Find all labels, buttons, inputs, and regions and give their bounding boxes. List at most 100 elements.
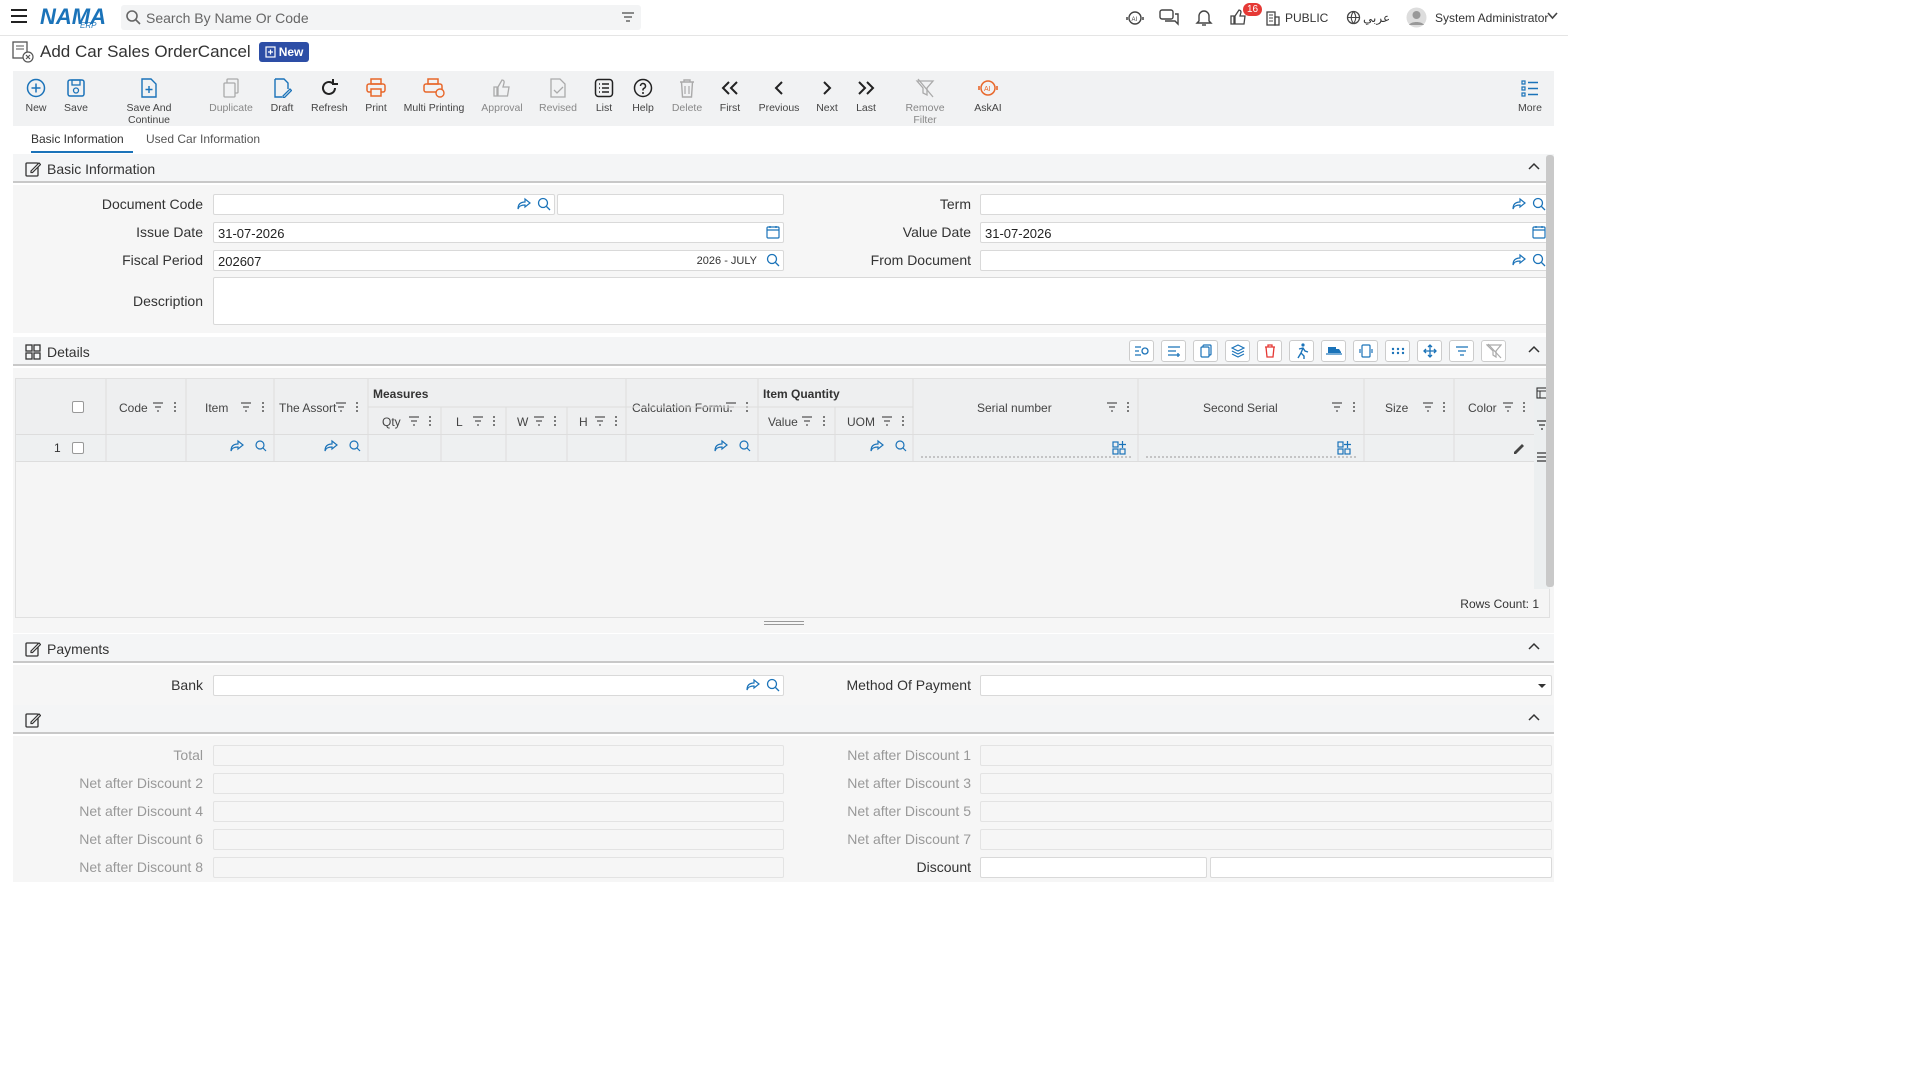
bell-icon[interactable]	[1195, 8, 1213, 27]
action-toolbar: New Save Save And Continue Duplicate Dra…	[13, 71, 1554, 126]
revised-button[interactable]: Revised	[538, 77, 578, 114]
lookup-search-icon[interactable]	[1532, 197, 1546, 211]
method-of-payment-select[interactable]	[980, 675, 1552, 696]
save-button-label: Save	[64, 102, 88, 114]
layers-icon[interactable]	[1225, 340, 1250, 362]
truck-icon[interactable]	[1321, 340, 1346, 362]
chevron-left-icon	[774, 81, 783, 95]
chevron-up-icon[interactable]	[1528, 345, 1540, 353]
help-button[interactable]: Help	[630, 77, 656, 114]
document-code-input[interactable]	[213, 194, 555, 215]
value-date-input[interactable]: 31-07-2026	[980, 222, 1550, 243]
calendar-icon[interactable]	[766, 225, 780, 239]
nd1-label: Net after Discount 1	[847, 747, 971, 763]
search-input[interactable]: Search By Name Or Code	[146, 10, 309, 26]
list-button[interactable]: List	[591, 77, 617, 114]
global-search[interactable]: Search By Name Or Code	[121, 5, 641, 30]
move-icon[interactable]	[1417, 340, 1442, 362]
print-button[interactable]: Print	[363, 77, 389, 114]
previous-button-label: Previous	[758, 102, 800, 114]
lookup-search-icon[interactable]	[766, 253, 780, 267]
language-switch[interactable]: عربي	[1363, 11, 1390, 25]
ai-icon[interactable]: AI	[1125, 9, 1145, 27]
zoom-search-icon[interactable]	[1129, 340, 1154, 362]
dots-grid-icon[interactable]	[1385, 340, 1410, 362]
status-badge-label: New	[278, 45, 304, 59]
document-code-secondary-input[interactable]	[557, 194, 784, 215]
new-button[interactable]: New	[23, 77, 49, 114]
section-title: Basic Information	[47, 161, 156, 177]
save-and-continue-button[interactable]: Save And Continue	[106, 77, 192, 126]
copy-icon[interactable]	[1193, 340, 1218, 362]
remove-filter-icon[interactable]	[1481, 340, 1506, 362]
more-button[interactable]: More	[1517, 77, 1543, 114]
askai-button[interactable]: AI AskAI	[973, 77, 1003, 114]
run-icon[interactable]	[1289, 340, 1314, 362]
term-input[interactable]	[980, 194, 1550, 215]
from-document-input[interactable]	[980, 250, 1550, 271]
next-button-label: Next	[816, 102, 838, 114]
lookup-search-icon[interactable]	[1532, 253, 1546, 267]
approval-button[interactable]: Approval	[480, 77, 524, 114]
issue-date-input[interactable]: 31-07-2026	[213, 222, 784, 243]
document-icon	[12, 41, 34, 63]
chevron-up-icon[interactable]	[1528, 642, 1540, 650]
bank-input[interactable]	[213, 675, 784, 696]
description-textarea[interactable]	[213, 277, 1550, 325]
calendar-icon[interactable]	[1532, 225, 1546, 239]
delete-row-icon[interactable]	[1257, 340, 1282, 362]
value-date-value: 31-07-2026	[985, 226, 1052, 241]
nd8-label: Net after Discount 8	[79, 859, 203, 875]
first-button[interactable]: First	[717, 77, 743, 114]
save-button[interactable]: Save	[63, 77, 89, 114]
tab-basic-information[interactable]: Basic Information	[31, 132, 124, 146]
document-code-label: Document Code	[101, 196, 203, 212]
payments-header[interactable]: Payments	[13, 634, 1554, 663]
delete-button[interactable]: Delete	[671, 77, 703, 114]
filter-icon[interactable]	[621, 10, 635, 24]
draft-button-label: Draft	[270, 102, 294, 114]
basic-information-header[interactable]: Basic Information	[13, 154, 1554, 183]
page-scrollbar[interactable]	[1546, 155, 1554, 587]
more-button-label: More	[1518, 102, 1542, 114]
company-name[interactable]: PUBLIC	[1285, 11, 1328, 25]
issue-date-label: Issue Date	[136, 224, 203, 240]
fiscal-period-input[interactable]: 202607 2026 - JULY	[213, 250, 784, 271]
totals-header[interactable]	[13, 705, 1554, 734]
previous-button[interactable]: Previous	[758, 77, 800, 114]
last-button[interactable]: Last	[853, 77, 879, 114]
filter-icon[interactable]	[1449, 340, 1474, 362]
avatar[interactable]	[1406, 7, 1427, 28]
share-icon[interactable]	[1512, 197, 1526, 211]
duplicate-button[interactable]: Duplicate	[209, 77, 253, 114]
chevron-up-icon[interactable]	[1528, 713, 1540, 721]
user-name[interactable]: System Administrator	[1435, 11, 1548, 25]
row-lookup-icons[interactable]	[16, 435, 1534, 462]
menu-icon[interactable]	[10, 8, 28, 24]
multi-printing-button[interactable]: Multi Printing	[403, 77, 465, 114]
chevron-down-icon[interactable]	[1547, 12, 1558, 20]
details-header[interactable]: Details	[13, 337, 1554, 366]
discount-amount-input[interactable]	[1210, 857, 1552, 878]
help-icon	[633, 78, 653, 98]
draft-button[interactable]: Draft	[269, 77, 295, 114]
chevron-up-icon[interactable]	[1528, 162, 1540, 170]
add-row-icon[interactable]	[1161, 340, 1186, 362]
tab-used-car-information[interactable]: Used Car Information	[146, 132, 260, 146]
share-icon[interactable]	[1512, 253, 1526, 267]
save-icon	[67, 79, 85, 97]
table-row[interactable]: 1	[16, 435, 1534, 462]
share-icon[interactable]	[517, 197, 531, 211]
nd4-label: Net after Discount 4	[79, 803, 203, 819]
resize-handle[interactable]	[764, 621, 804, 625]
next-button[interactable]: Next	[814, 77, 840, 114]
refresh-button[interactable]: Refresh	[311, 77, 348, 114]
chat-icon[interactable]	[1159, 8, 1179, 26]
fiscal-period-value: 202607	[218, 254, 262, 269]
column-filter-icons[interactable]	[16, 379, 1534, 435]
remove-filter-button[interactable]: Remove Filter	[893, 77, 957, 126]
discount-percent-input[interactable]	[980, 857, 1207, 878]
lookup-search-icon[interactable]	[537, 197, 551, 211]
share-icon[interactable]	[746, 678, 760, 692]
columns-icon[interactable]	[1353, 340, 1378, 362]
